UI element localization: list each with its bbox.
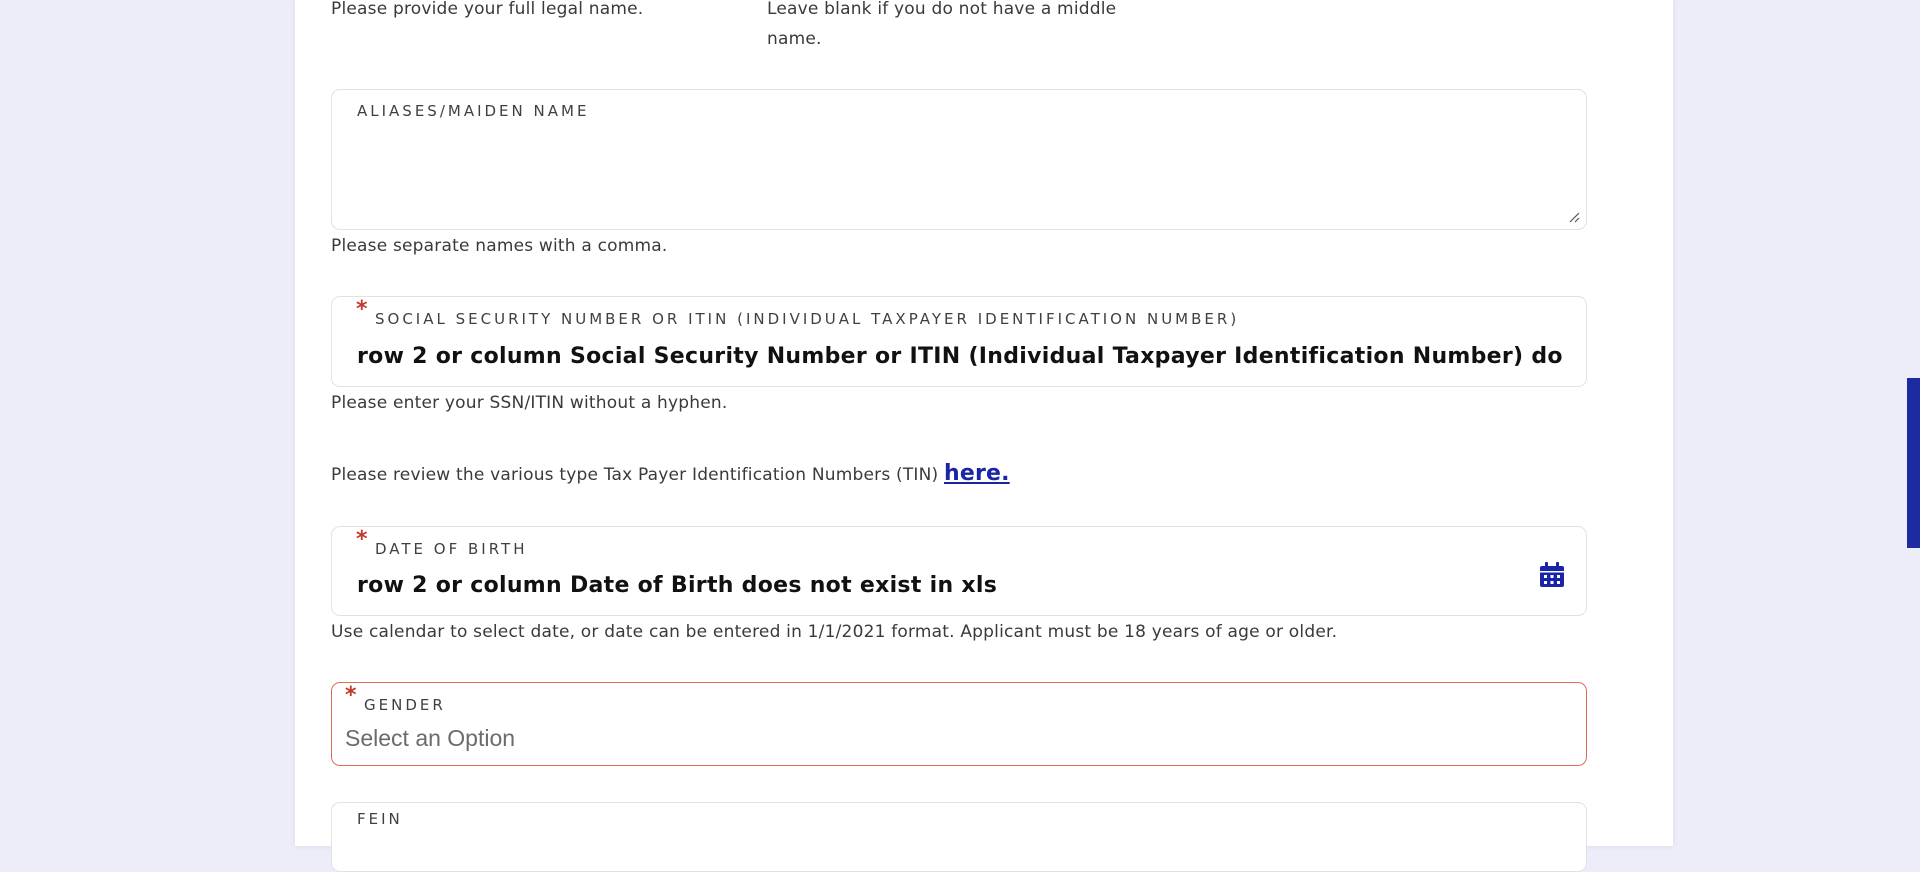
fein-field[interactable]: FEIN — [331, 802, 1587, 872]
tin-review-link[interactable]: here. — [944, 461, 1010, 486]
gender-field[interactable]: * GENDER Select an Option — [331, 682, 1587, 766]
dob-field[interactable]: * DATE OF BIRTH row 2 or column Date of … — [331, 526, 1587, 616]
ssn-required-mark: * — [356, 297, 368, 322]
scrollbar-thumb[interactable] — [1907, 378, 1920, 548]
aliases-help: Please separate names with a comma. — [331, 236, 668, 256]
middle-name-help-line2: name. — [767, 29, 822, 49]
full-name-help: Please provide your full legal name. — [331, 0, 644, 19]
gender-required-mark: * — [345, 683, 357, 708]
ssn-label: SOCIAL SECURITY NUMBER OR ITIN (INDIVIDU… — [375, 310, 1240, 328]
dob-help: Use calendar to select date, or date can… — [331, 622, 1338, 642]
dob-required-mark: * — [356, 527, 368, 552]
middle-name-help-line1: Leave blank if you do not have a middle — [767, 0, 1117, 19]
resize-handle-icon[interactable] — [1568, 211, 1580, 223]
tin-review-text: Please review the various type Tax Payer… — [331, 459, 1010, 490]
gender-label: GENDER — [364, 696, 446, 714]
gender-select[interactable]: Select an Option — [345, 725, 515, 752]
ssn-field[interactable]: * SOCIAL SECURITY NUMBER OR ITIN (INDIVI… — [331, 296, 1587, 387]
dob-input[interactable]: row 2 or column Date of Birth does not e… — [357, 573, 997, 598]
fein-label: FEIN — [357, 810, 403, 828]
aliases-field[interactable]: ALIASES/MAIDEN NAME — [331, 89, 1587, 230]
ssn-input[interactable]: row 2 or column Social Security Number o… — [357, 344, 1563, 369]
ssn-help: Please enter your SSN/ITIN without a hyp… — [331, 393, 728, 413]
calendar-icon[interactable] — [1538, 561, 1566, 589]
dob-label: DATE OF BIRTH — [375, 540, 528, 558]
tin-review-label: Please review the various type Tax Payer… — [331, 465, 939, 485]
aliases-label: ALIASES/MAIDEN NAME — [357, 102, 590, 120]
